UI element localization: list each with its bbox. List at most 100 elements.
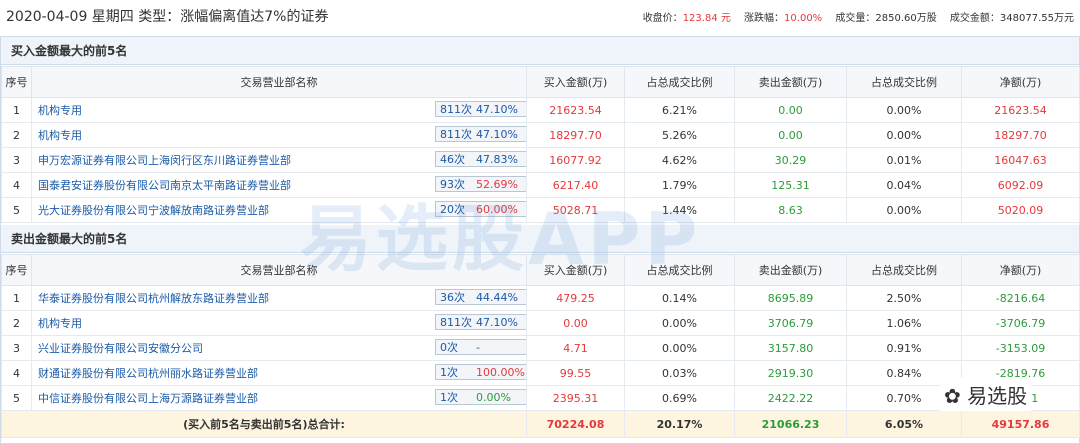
buy-ratio: 1.44% xyxy=(624,197,735,223)
table-row: 1机构专用811次47.10%?21623.546.21%0.000.00%21… xyxy=(1,97,1080,123)
win-rate: 44.44% xyxy=(476,291,518,304)
net-amount: 18297.70 xyxy=(961,122,1080,148)
sell-amount: 8695.89 xyxy=(734,285,847,311)
row-index: 2 xyxy=(1,122,32,148)
sell-ratio: 0.00% xyxy=(846,197,962,223)
buy-amount: 6217.40 xyxy=(526,172,625,198)
rank-panel: 买入金额最大的前5名 序号 交易营业部名称 买入金额(万) 占总成交比例 卖出金额(万)… xyxy=(0,36,1080,444)
volume-value: 2850.60万股 xyxy=(875,13,937,24)
branch-name-link[interactable]: 申万宏源证券有限公司上海闵行区东川路证券营业部 xyxy=(38,154,291,167)
column-header: 占总成交比例 xyxy=(624,66,735,98)
branch-name-link[interactable]: 国泰君安证券股份有限公司南京太平南路证券营业部 xyxy=(38,179,291,192)
trade-count: 811次 xyxy=(440,128,472,141)
sell-ratio: 0.91% xyxy=(846,335,962,361)
trade-count: 811次 xyxy=(440,103,472,116)
table-row: 4国泰君安证券股份有限公司南京太平南路证券营业部93次52.69%▶6217.4… xyxy=(1,172,1080,198)
sell-section-title: 卖出金额最大的前5名 xyxy=(1,225,1079,253)
branch-stats-dropdown[interactable]: 1次0.00%▶ xyxy=(435,389,526,405)
trade-count: 811次 xyxy=(440,316,472,329)
branch-stats-dropdown[interactable]: 811次47.10%▶ xyxy=(435,314,526,330)
net-amount: -3153.09 xyxy=(961,335,1080,361)
branch-stats-dropdown[interactable]: 811次47.10%? xyxy=(435,101,526,117)
sell-table-body: 1华泰证券股份有限公司杭州解放东路证券营业部36次44.44%▶479.250.… xyxy=(1,285,1080,411)
branch-name-link[interactable]: 机构专用 xyxy=(38,317,82,330)
row-index: 2 xyxy=(1,310,32,336)
sell-ratio: 0.00% xyxy=(846,97,962,123)
wechat-logo: ✿ 易选股 xyxy=(940,378,1032,411)
table-row: 4财通证券股份有限公司杭州丽水路证券营业部1次100.00%▶99.550.03… xyxy=(1,360,1080,386)
table-row: 2机构专用811次47.10%▶18297.705.26%0.000.00%18… xyxy=(1,122,1080,148)
buy-amount: 16077.92 xyxy=(526,147,625,173)
branch-cell: 机构专用 811次47.10%▶ xyxy=(31,122,527,148)
branch-stats-dropdown[interactable]: 811次47.10%▶ xyxy=(435,126,526,142)
column-header: 净额(万) xyxy=(961,254,1080,286)
branch-name-link[interactable]: 光大证券股份有限公司宁波解放南路证券营业部 xyxy=(38,204,269,217)
amount-label: 成交金额： xyxy=(949,13,1000,24)
buy-table-header: 序号 交易营业部名称 买入金额(万) 占总成交比例 卖出金额(万) 占总成交比例 净额(万) xyxy=(1,66,1080,98)
row-index: 5 xyxy=(1,385,32,411)
branch-stats-dropdown[interactable]: 20次60.00%▶ xyxy=(435,201,526,217)
branch-name-link[interactable]: 中信证券股份有限公司上海万源路证券营业部 xyxy=(38,392,258,405)
buy-section-title: 买入金额最大的前5名 xyxy=(1,37,1079,65)
branch-name-link[interactable]: 机构专用 xyxy=(38,104,82,117)
buy-amount: 0.00 xyxy=(526,310,625,336)
branch-stats-dropdown[interactable]: 1次100.00%▶ xyxy=(435,364,526,380)
sell-amount: 0.00 xyxy=(734,122,847,148)
buy-amount: 99.55 xyxy=(526,360,625,386)
branch-name-link[interactable]: 机构专用 xyxy=(38,129,82,142)
total-net: 49157.86 xyxy=(961,410,1080,438)
net-amount: 21623.54 xyxy=(961,97,1080,123)
buy-amount: 479.25 xyxy=(526,285,625,311)
branch-stats-dropdown[interactable]: 36次44.44%▶ xyxy=(435,289,526,305)
branch-cell: 兴业证券股份有限公司安徽分公司0次-▶ xyxy=(31,335,527,361)
table-row: 5中信证券股份有限公司上海万源路证券营业部1次0.00%▶2395.310.69… xyxy=(1,385,1080,411)
buy-ratio: 0.00% xyxy=(624,335,735,361)
sell-ratio: 0.01% xyxy=(846,147,962,173)
win-rate: - xyxy=(476,341,480,354)
total-sell-ratio: 6.05% xyxy=(846,410,962,438)
buy-ratio: 1.79% xyxy=(624,172,735,198)
table-row: 1华泰证券股份有限公司杭州解放东路证券营业部36次44.44%▶479.250.… xyxy=(1,285,1080,311)
branch-stats-dropdown[interactable]: 0次-▶ xyxy=(435,339,526,355)
trade-count: 46次 xyxy=(440,153,465,166)
buy-ratio: 6.21% xyxy=(624,97,735,123)
trade-count: 93次 xyxy=(440,178,465,191)
close-label: 收盘价： xyxy=(642,13,683,24)
sell-amount: 3706.79 xyxy=(734,310,847,336)
net-amount: 16047.63 xyxy=(961,147,1080,173)
branch-stats-dropdown[interactable]: 93次52.69%▶ xyxy=(435,176,526,192)
column-header: 占总成交比例 xyxy=(846,66,962,98)
buy-amount: 2395.31 xyxy=(526,385,625,411)
column-header: 买入金额(万) xyxy=(526,254,625,286)
buy-ratio: 0.14% xyxy=(624,285,735,311)
trade-count: 0次 xyxy=(440,341,458,354)
total-row: (买入前5名与卖出前5名)总合计: 70224.08 20.17% 21066.… xyxy=(1,410,1080,438)
row-index: 5 xyxy=(1,197,32,223)
sell-amount: 3157.80 xyxy=(734,335,847,361)
total-buy: 70224.08 xyxy=(526,410,625,438)
sell-table-header: 序号 交易营业部名称 买入金额(万) 占总成交比例 卖出金额(万) 占总成交比例 净额(万) xyxy=(1,254,1080,286)
buy-ratio: 0.03% xyxy=(624,360,735,386)
branch-name-link[interactable]: 兴业证券股份有限公司安徽分公司 xyxy=(38,342,203,355)
buy-ratio: 0.00% xyxy=(624,310,735,336)
row-index: 3 xyxy=(1,335,32,361)
branch-name-link[interactable]: 华泰证券股份有限公司杭州解放东路证券营业部 xyxy=(38,292,269,305)
row-index: 1 xyxy=(1,285,32,311)
close-value: 123.84 元 xyxy=(682,13,731,24)
win-rate: 47.10% xyxy=(476,103,518,116)
win-rate: 47.83% xyxy=(476,153,518,166)
amount-value: 348077.55万元 xyxy=(999,13,1074,24)
sell-amount: 2422.22 xyxy=(734,385,847,411)
branch-cell: 机构专用 811次47.10%▶ xyxy=(31,310,527,336)
branch-cell: 机构专用811次47.10%? xyxy=(31,97,527,123)
net-amount: -3706.79 xyxy=(961,310,1080,336)
column-header: 卖出金额(万) xyxy=(734,254,847,286)
page-title: 2020-04-09 星期四 类型：涨幅偏离值达7%的证券 xyxy=(6,9,329,25)
branch-stats-dropdown[interactable]: 46次47.83%▶ xyxy=(435,151,526,167)
sell-amount: 30.29 xyxy=(734,147,847,173)
column-header: 序号 xyxy=(1,254,32,286)
branch-name-link[interactable]: 财通证券股份有限公司杭州丽水路证券营业部 xyxy=(38,367,258,380)
trade-count: 36次 xyxy=(440,291,465,304)
total-buy-ratio: 20.17% xyxy=(624,410,735,438)
table-row: 3申万宏源证券有限公司上海闵行区东川路证券营业部46次47.83%▶16077.… xyxy=(1,147,1080,173)
